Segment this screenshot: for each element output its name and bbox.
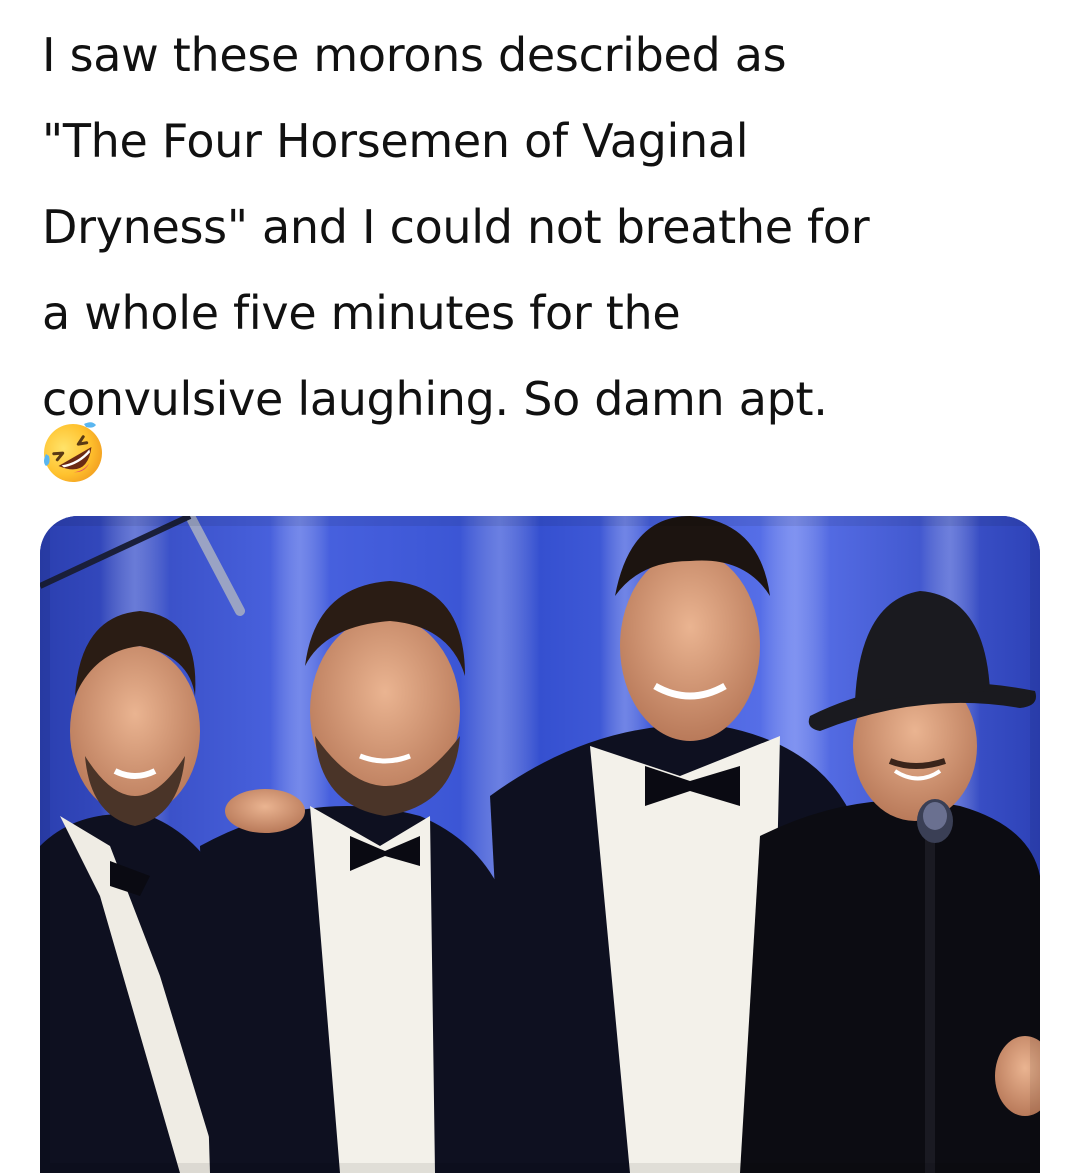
caption-line: "The Four Horsemen of Vaginal (42, 114, 749, 168)
caption-line: convulsive laughing. So damn apt. (42, 372, 828, 426)
post-caption: I saw these morons described as "The Fou… (42, 12, 1042, 442)
four-men-on-stage-photo (40, 516, 1040, 1173)
rolling-laughing-emoji-icon (44, 422, 102, 482)
caption-line: Dryness" and I could not breathe for (42, 200, 870, 254)
stage-photo (40, 516, 1040, 1173)
meme-post: I saw these morons described as "The Fou… (0, 0, 1080, 1173)
caption-line: I saw these morons described as (42, 28, 787, 82)
caption-line: a whole five minutes for the (42, 286, 681, 340)
